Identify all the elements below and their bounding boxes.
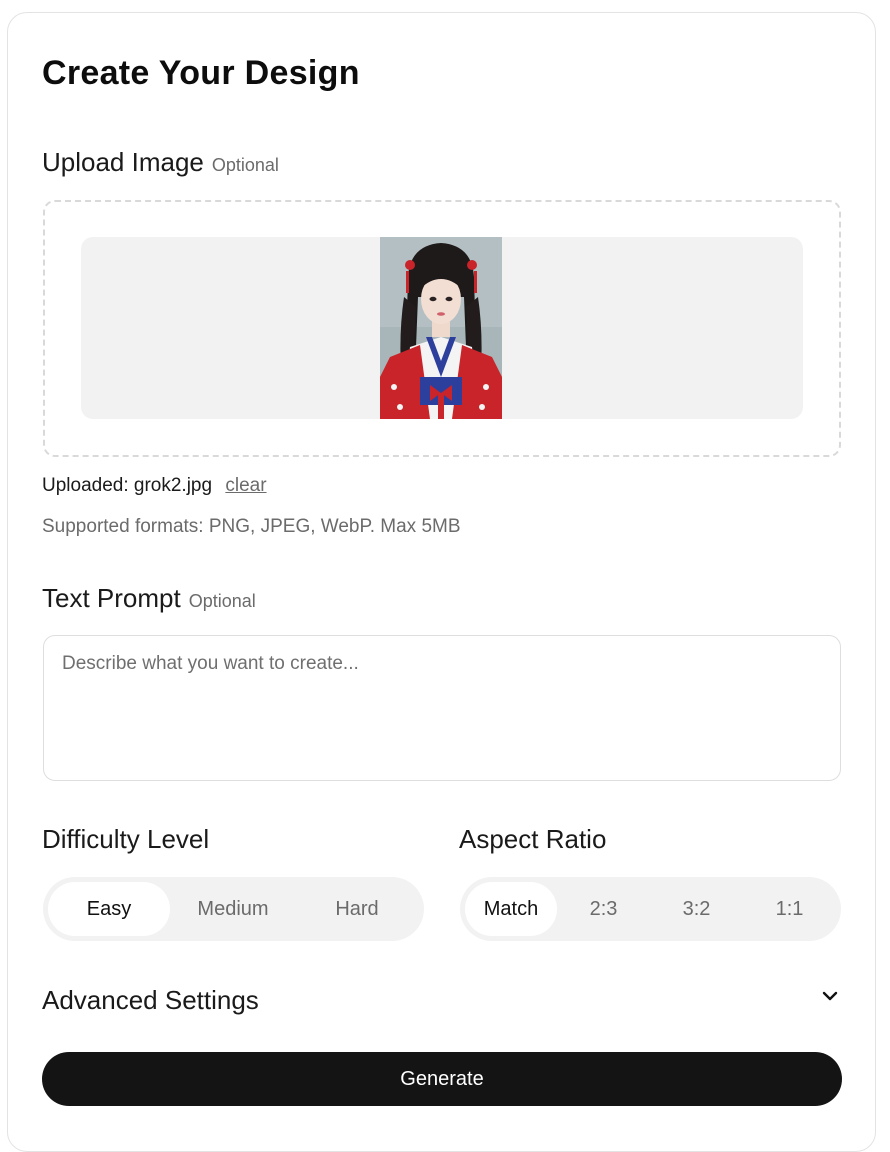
aspect-option-3-2[interactable]: 3:2 — [650, 882, 743, 936]
aspect-ratio-selector: Match 2:3 3:2 1:1 — [460, 877, 841, 941]
difficulty-option-hard[interactable]: Hard — [295, 882, 419, 936]
difficulty-option-easy[interactable]: Easy — [48, 882, 170, 936]
aspect-option-match[interactable]: Match — [465, 882, 557, 936]
uploaded-file-name: grok2.jpg — [133, 475, 213, 496]
difficulty-selector: Easy Medium Hard — [43, 877, 424, 941]
supported-formats-note: Supported formats: PNG, JPEG, WebP. Max … — [42, 516, 461, 537]
create-design-card — [7, 12, 876, 1152]
clear-upload-link[interactable]: clear — [225, 475, 266, 496]
text-prompt-heading: Text Prompt Optional — [42, 583, 256, 614]
upload-image-heading: Upload Image Optional — [42, 147, 279, 178]
difficulty-level-label: Difficulty Level — [42, 824, 210, 854]
advanced-settings-toggle[interactable]: Advanced Settings — [42, 985, 259, 1016]
upload-optional-tag: Optional — [211, 155, 279, 175]
uploaded-file-line: Uploaded: grok2.jpg clear — [42, 475, 267, 497]
text-prompt-input[interactable] — [43, 635, 841, 781]
uploaded-image-preview — [380, 237, 502, 419]
difficulty-option-medium[interactable]: Medium — [171, 882, 295, 936]
aspect-option-1-1[interactable]: 1:1 — [743, 882, 836, 936]
aspect-ratio-label: Aspect Ratio — [459, 824, 607, 854]
text-prompt-label: Text Prompt — [42, 583, 181, 613]
page-title: Create Your Design — [42, 54, 360, 92]
chevron-down-icon[interactable] — [818, 984, 842, 1008]
upload-image-label: Upload Image — [42, 147, 204, 177]
aspect-option-2-3[interactable]: 2:3 — [557, 882, 650, 936]
uploaded-prefix: Uploaded: — [42, 475, 129, 496]
prompt-optional-tag: Optional — [188, 591, 256, 611]
generate-button[interactable]: Generate — [42, 1052, 842, 1106]
